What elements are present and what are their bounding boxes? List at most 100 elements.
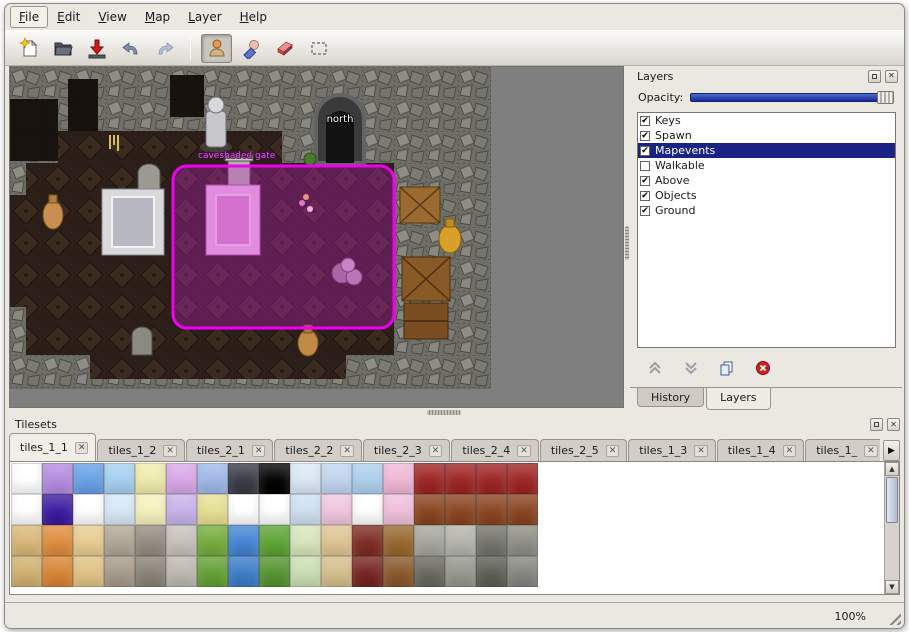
tileset-tile[interactable] xyxy=(135,556,166,587)
tileset-tile[interactable] xyxy=(42,463,73,494)
menu-item-edit[interactable]: Edit xyxy=(48,6,89,28)
opacity-slider-handle[interactable] xyxy=(877,91,894,104)
tileset-tile[interactable] xyxy=(104,525,135,556)
layer-visible-checkbox[interactable]: ✔ xyxy=(640,146,650,156)
layer-visible-checkbox[interactable]: ✔ xyxy=(640,206,650,216)
tileset-tile[interactable] xyxy=(73,463,104,494)
tileset-tile[interactable] xyxy=(11,463,42,494)
panel-tab-history[interactable]: History xyxy=(637,388,704,407)
tileset-tile[interactable] xyxy=(414,494,445,525)
tab-close-icon[interactable]: ✕ xyxy=(606,445,620,457)
tileset-tile[interactable] xyxy=(414,556,445,587)
splitter-grip[interactable] xyxy=(625,226,629,260)
layer-delete-button[interactable] xyxy=(753,359,773,377)
tileset-tile[interactable] xyxy=(104,494,135,525)
tileset-tile[interactable] xyxy=(228,525,259,556)
undo-button[interactable] xyxy=(115,34,146,63)
tileset-tile[interactable] xyxy=(135,494,166,525)
tileset-tile[interactable] xyxy=(476,525,507,556)
splitter-grip[interactable] xyxy=(427,410,461,415)
tileset-tile[interactable] xyxy=(42,556,73,587)
tileset-tile[interactable] xyxy=(445,494,476,525)
new-map-button[interactable] xyxy=(13,34,44,63)
tileset-tab-tiles_1_3[interactable]: tiles_1_3✕ xyxy=(628,439,715,461)
layer-duplicate-button[interactable] xyxy=(717,359,737,377)
scrollbar-thumb[interactable] xyxy=(886,477,898,523)
select-tool-button[interactable] xyxy=(303,34,334,63)
tileset-tab-tiles_2_2[interactable]: tiles_2_2✕ xyxy=(274,439,361,461)
layer-row-above[interactable]: ✔Above xyxy=(638,173,895,188)
tileset-tile[interactable] xyxy=(228,556,259,587)
tab-close-icon[interactable]: ✕ xyxy=(783,445,797,457)
tileset-tile[interactable] xyxy=(290,463,321,494)
stamp-tool-button[interactable] xyxy=(201,34,232,63)
close-panel-button[interactable]: ✕ xyxy=(885,70,898,83)
map-canvas[interactable]: north xyxy=(9,66,624,408)
tileset-tile[interactable] xyxy=(73,525,104,556)
tab-close-icon[interactable]: ✕ xyxy=(694,445,708,457)
tileset-tile[interactable] xyxy=(321,494,352,525)
tileset-tile[interactable] xyxy=(507,556,538,587)
tileset-tile[interactable] xyxy=(507,494,538,525)
tileset-tile[interactable] xyxy=(507,463,538,494)
tileset-tile[interactable] xyxy=(259,525,290,556)
tileset-tile[interactable] xyxy=(228,463,259,494)
layer-row-spawn[interactable]: ✔Spawn xyxy=(638,128,895,143)
menu-item-layer[interactable]: Layer xyxy=(179,6,230,28)
tileset-tile[interactable] xyxy=(73,556,104,587)
eraser-tool-button[interactable] xyxy=(269,34,300,63)
tileset-tile[interactable] xyxy=(321,525,352,556)
tileset-tile[interactable] xyxy=(383,463,414,494)
opacity-slider[interactable] xyxy=(690,91,894,104)
tileset-tab-tiles_1_[interactable]: tiles_1_✕ xyxy=(805,439,880,461)
tab-scroll-right-button[interactable]: ▶ xyxy=(883,440,900,461)
layer-move-down-button[interactable] xyxy=(681,359,701,377)
layer-visible-checkbox[interactable] xyxy=(640,161,650,171)
tileset-tile[interactable] xyxy=(290,556,321,587)
layer-visible-checkbox[interactable]: ✔ xyxy=(640,176,650,186)
tileset-tile[interactable] xyxy=(259,494,290,525)
tileset-tile[interactable] xyxy=(507,525,538,556)
tileset-tile[interactable] xyxy=(352,494,383,525)
tileset-tile[interactable] xyxy=(445,463,476,494)
tileset-tile[interactable] xyxy=(259,556,290,587)
layer-row-objects[interactable]: ✔Objects xyxy=(638,188,895,203)
tileset-tile[interactable] xyxy=(135,463,166,494)
tileset-tile[interactable] xyxy=(228,494,259,525)
resize-grip[interactable] xyxy=(886,610,901,625)
tileset-tile[interactable] xyxy=(383,525,414,556)
tileset-tile[interactable] xyxy=(352,463,383,494)
layer-visible-checkbox[interactable]: ✔ xyxy=(640,116,650,126)
tab-close-icon[interactable]: ✕ xyxy=(75,442,89,454)
tileset-scrollbar[interactable]: ▲ ▼ xyxy=(884,462,899,594)
redo-button[interactable] xyxy=(149,34,180,63)
save-map-button[interactable] xyxy=(81,34,112,63)
tileset-tile[interactable] xyxy=(321,556,352,587)
scroll-down-button[interactable]: ▼ xyxy=(885,580,899,594)
panel-tab-layers[interactable]: Layers xyxy=(706,388,770,410)
tileset-tile[interactable] xyxy=(166,525,197,556)
tileset-tile[interactable] xyxy=(414,525,445,556)
tileset-tile[interactable] xyxy=(42,525,73,556)
layer-visible-checkbox[interactable]: ✔ xyxy=(640,191,650,201)
tileset-tab-tiles_2_4[interactable]: tiles_2_4✕ xyxy=(451,439,538,461)
menu-item-file[interactable]: File xyxy=(10,6,48,28)
tileset-tile[interactable] xyxy=(42,494,73,525)
tileset-tile[interactable] xyxy=(197,463,228,494)
tileset-tile[interactable] xyxy=(383,494,414,525)
tileset-tab-tiles_1_2[interactable]: tiles_1_2✕ xyxy=(97,439,184,461)
tileset-tile[interactable] xyxy=(383,556,414,587)
tileset-tile[interactable] xyxy=(476,556,507,587)
layer-row-mapevents[interactable]: ✔Mapevents xyxy=(638,143,895,158)
menu-item-help[interactable]: Help xyxy=(231,6,276,28)
layer-row-walkable[interactable]: Walkable xyxy=(638,158,895,173)
tab-close-icon[interactable]: ✕ xyxy=(517,445,531,457)
layer-visible-checkbox[interactable]: ✔ xyxy=(640,131,650,141)
tileset-tab-tiles_2_5[interactable]: tiles_2_5✕ xyxy=(540,439,627,461)
close-panel-button[interactable]: ✕ xyxy=(887,418,900,431)
tileset-tile[interactable] xyxy=(135,525,166,556)
tileset-tile[interactable] xyxy=(290,525,321,556)
tileset-tab-tiles_1_4[interactable]: tiles_1_4✕ xyxy=(717,439,804,461)
tileset-tile[interactable] xyxy=(197,525,228,556)
tileset-tile[interactable] xyxy=(290,494,321,525)
